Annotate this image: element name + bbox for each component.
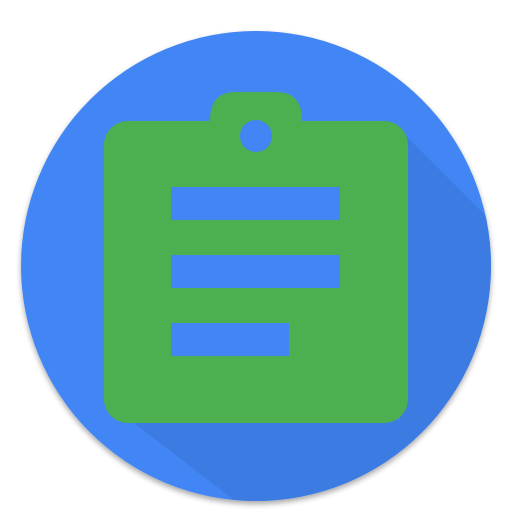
text-line-3 <box>171 323 289 356</box>
text-line-2 <box>171 255 340 288</box>
text-line-1 <box>171 187 340 220</box>
clipboard-hole <box>240 120 272 152</box>
app-icon <box>21 31 491 501</box>
clipboard-icon <box>104 92 408 423</box>
